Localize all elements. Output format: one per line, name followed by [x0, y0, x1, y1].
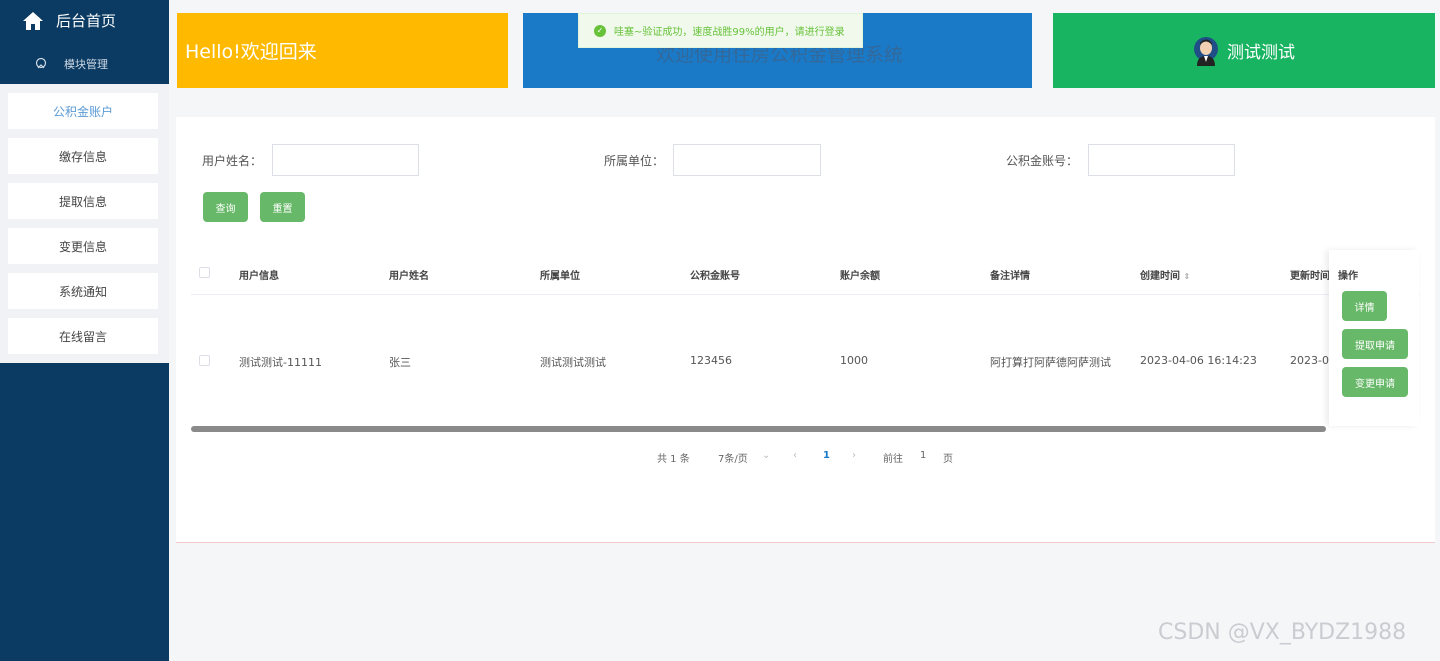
cell-user-name: 张三 — [389, 356, 411, 369]
cell-balance: 1000 — [840, 354, 868, 367]
col-account: 公积金账号 — [690, 271, 740, 282]
change-apply-button[interactable]: 变更申请 — [1342, 367, 1408, 397]
page-unit: 页 — [943, 454, 953, 465]
welcome-text: Hello!欢迎回来 — [185, 41, 317, 63]
toast-message: 哇塞~验证成功，速度战胜99%的用户，请进行登录 — [614, 27, 845, 38]
check-circle-icon: ✓ — [594, 24, 606, 37]
row-checkbox[interactable] — [199, 355, 210, 366]
account-filter-input[interactable] — [1088, 144, 1235, 176]
sidebar-item-notice[interactable]: 系统通知 — [8, 273, 158, 309]
unit-filter-label: 所属单位： — [604, 154, 665, 168]
col-remark: 备注详情 — [990, 271, 1030, 282]
sort-icon[interactable]: ⇕ — [1183, 272, 1190, 281]
user-name: 测试测试 — [1227, 43, 1295, 63]
cell-remark: 阿打算打阿萨德阿萨测试 — [990, 356, 1111, 369]
account-filter-label: 公积金账号： — [1006, 154, 1079, 168]
col-ops: 操作 — [1338, 271, 1358, 282]
name-filter-label: 用户姓名： — [202, 154, 263, 168]
goto-label: 前往 — [883, 454, 903, 465]
sidebar-menu: 公积金账户 缴存信息 提取信息 变更信息 系统通知 在线留言 — [0, 84, 169, 363]
page-size-select[interactable]: 7条/页 — [718, 450, 748, 465]
next-page-icon[interactable]: › — [852, 450, 856, 461]
cell-unit: 测试测试测试 — [540, 356, 606, 369]
user-card: 测试测试 — [1053, 13, 1435, 88]
withdraw-apply-button[interactable]: 提取申请 — [1342, 329, 1408, 359]
cell-user-info: 测试测试-11111 — [239, 356, 322, 369]
col-created-label: 创建时间 — [1140, 271, 1180, 282]
home-label: 后台首页 — [56, 12, 117, 30]
header-divider — [191, 294, 1420, 295]
sidebar-item-account[interactable]: 公积金账户 — [8, 93, 158, 129]
pagination-total: 共 1 条 — [657, 454, 690, 465]
home-icon — [23, 11, 43, 30]
name-filter-input[interactable] — [272, 144, 419, 176]
col-user-name: 用户姓名 — [389, 271, 429, 282]
sidebar-item-withdraw[interactable]: 提取信息 — [8, 183, 158, 219]
welcome-card: Hello!欢迎回来 — [177, 13, 508, 88]
detail-button[interactable]: 详情 — [1342, 291, 1387, 321]
home-link[interactable]: 后台首页 — [22, 10, 116, 31]
col-created[interactable]: 创建时间 ⇕ — [1140, 267, 1190, 282]
watermark: CSDN @VX_BYDZ1988 — [1158, 620, 1407, 645]
goto-input[interactable]: 1 — [920, 450, 926, 461]
reset-button[interactable]: 重置 — [260, 192, 305, 222]
sidebar-item-deposit[interactable]: 缴存信息 — [8, 138, 158, 174]
sidebar-item-message[interactable]: 在线留言 — [8, 318, 158, 354]
cell-created: 2023-04-06 16:14:23 — [1140, 354, 1257, 367]
chevron-down-icon[interactable]: ⌄ — [762, 450, 770, 461]
col-balance: 账户余额 — [840, 271, 880, 282]
avatar — [1194, 36, 1218, 66]
success-toast: ✓ 哇塞~验证成功，速度战胜99%的用户，请进行登录 — [578, 13, 863, 48]
main-panel: 用户姓名： 所属单位： 公积金账号： 查询 重置 用户信息 用户姓名 所属单位 … — [176, 117, 1435, 543]
sidebar-header: 后台首页 模块管理 — [0, 0, 169, 84]
unit-filter-input[interactable] — [673, 144, 821, 176]
module-label: 模块管理 — [64, 58, 108, 71]
module-menu[interactable]: 模块管理 — [34, 56, 108, 72]
prev-page-icon[interactable]: ‹ — [793, 450, 797, 461]
horizontal-scrollbar[interactable] — [191, 426, 1326, 432]
select-all-checkbox[interactable] — [199, 267, 210, 278]
sidebar-item-change[interactable]: 变更信息 — [8, 228, 158, 264]
cell-updated: 2023-0 — [1290, 354, 1329, 367]
cell-account: 123456 — [690, 354, 732, 367]
current-page[interactable]: 1 — [823, 450, 830, 461]
search-button[interactable]: 查询 — [203, 192, 248, 222]
col-unit: 所属单位 — [540, 271, 580, 282]
col-user-info: 用户信息 — [239, 271, 279, 282]
module-icon — [35, 57, 47, 69]
sidebar: 后台首页 模块管理 公积金账户 缴存信息 提取信息 变更信息 系统通知 在线留言 — [0, 0, 169, 661]
col-updated: 更新时间 — [1290, 271, 1330, 282]
ops-column: 操作 详情 提取申请 变更申请 — [1329, 250, 1419, 426]
